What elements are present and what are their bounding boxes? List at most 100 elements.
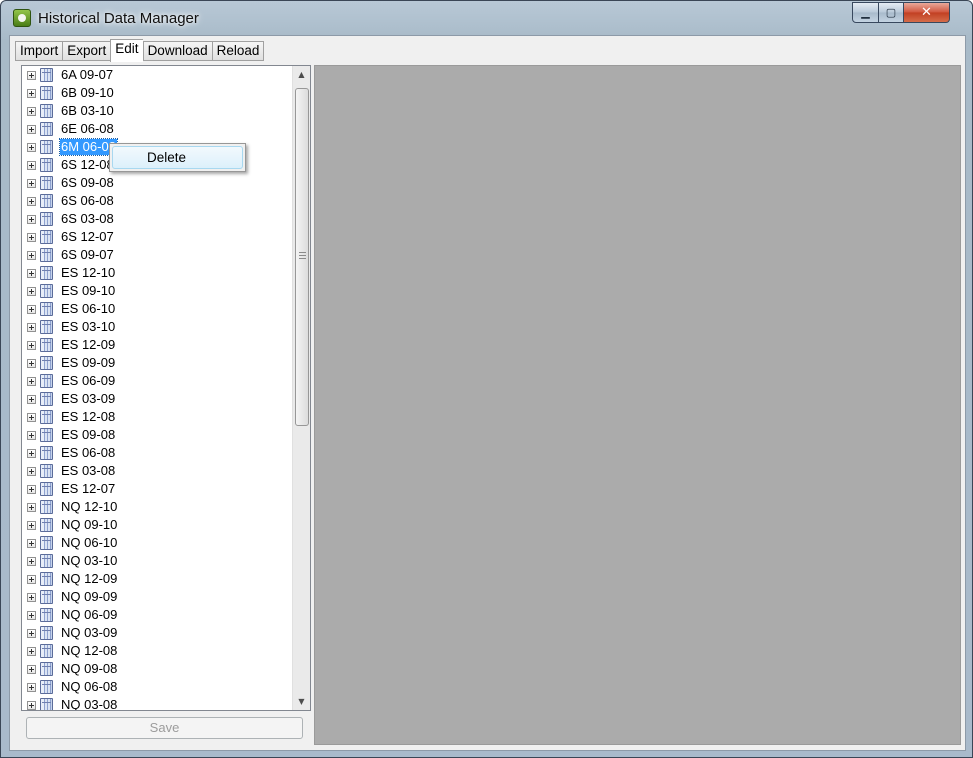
database-icon <box>40 608 53 622</box>
expand-plus-icon[interactable] <box>27 448 36 458</box>
tab-import[interactable]: Import <box>15 41 63 61</box>
tree-item[interactable]: NQ 09-08 <box>22 660 288 678</box>
expand-plus-icon[interactable] <box>27 196 36 206</box>
tree-item[interactable]: ES 03-08 <box>22 462 288 480</box>
tree-item[interactable]: ES 09-10 <box>22 282 288 300</box>
tree-item[interactable]: ES 03-09 <box>22 390 288 408</box>
tree-item[interactable]: ES 12-09 <box>22 336 288 354</box>
tree-item[interactable]: 6E 06-08 <box>22 120 288 138</box>
expand-plus-icon[interactable] <box>27 358 36 368</box>
tree-item[interactable]: NQ 03-09 <box>22 624 288 642</box>
tree-item[interactable]: NQ 09-10 <box>22 516 288 534</box>
expand-plus-icon[interactable] <box>27 574 36 584</box>
grip-icon <box>299 252 306 259</box>
expand-plus-icon[interactable] <box>27 340 36 350</box>
tree-item[interactable]: NQ 12-10 <box>22 498 288 516</box>
tree-item[interactable]: 6A 09-07 <box>22 66 288 84</box>
context-menu: Delete <box>109 143 246 172</box>
expand-plus-icon[interactable] <box>27 214 36 224</box>
tab-reload[interactable]: Reload <box>211 41 265 61</box>
tree-item[interactable]: ES 12-10 <box>22 264 288 282</box>
expand-plus-icon[interactable] <box>27 268 36 278</box>
close-button[interactable]: ✕ <box>904 2 950 23</box>
database-icon <box>40 482 53 496</box>
tree-item[interactable]: ES 09-08 <box>22 426 288 444</box>
title-bar[interactable]: Historical Data Manager ▁ ▢ ✕ <box>1 1 972 35</box>
tree-item[interactable]: NQ 03-10 <box>22 552 288 570</box>
expand-plus-icon[interactable] <box>27 232 36 242</box>
expand-plus-icon[interactable] <box>27 88 36 98</box>
tree-item-label: NQ 06-09 <box>61 607 118 622</box>
tree-item[interactable]: NQ 09-09 <box>22 588 288 606</box>
expand-plus-icon[interactable] <box>27 484 36 494</box>
save-button[interactable]: Save <box>26 717 303 739</box>
expand-plus-icon[interactable] <box>27 700 36 710</box>
tree-item-label: NQ 03-08 <box>61 697 118 711</box>
tab-edit[interactable]: Edit <box>110 39 143 62</box>
database-icon <box>40 572 53 586</box>
tree-item[interactable]: 6S 09-08 <box>22 174 288 192</box>
tree-item[interactable]: NQ 06-08 <box>22 678 288 696</box>
tree-item-label: 6S 09-07 <box>61 247 114 262</box>
expand-plus-icon[interactable] <box>27 376 36 386</box>
expand-plus-icon[interactable] <box>27 124 36 134</box>
scroll-down-button[interactable]: ▼ <box>293 693 310 710</box>
expand-plus-icon[interactable] <box>27 538 36 548</box>
tree-item[interactable]: 6S 03-08 <box>22 210 288 228</box>
expand-plus-icon[interactable] <box>27 178 36 188</box>
tree-item[interactable]: 6S 12-07 <box>22 228 288 246</box>
database-icon <box>40 698 53 710</box>
tree-item[interactable]: NQ 06-09 <box>22 606 288 624</box>
expand-plus-icon[interactable] <box>27 502 36 512</box>
expand-plus-icon[interactable] <box>27 106 36 116</box>
tree-item[interactable]: NQ 03-08 <box>22 696 288 711</box>
tree-item[interactable]: ES 12-08 <box>22 408 288 426</box>
tree-item[interactable]: 6S 09-07 <box>22 246 288 264</box>
expand-plus-icon[interactable] <box>27 412 36 422</box>
tree-item-label: NQ 06-10 <box>61 535 118 550</box>
database-icon <box>40 302 53 316</box>
scroll-thumb[interactable] <box>295 88 309 426</box>
maximize-button[interactable]: ▢ <box>879 2 904 23</box>
expand-plus-icon[interactable] <box>27 664 36 674</box>
minimize-button[interactable]: ▁ <box>852 2 879 23</box>
content-panel <box>314 65 961 745</box>
tree-item[interactable]: ES 03-10 <box>22 318 288 336</box>
tree-item[interactable]: 6B 03-10 <box>22 102 288 120</box>
tree-item[interactable]: NQ 06-10 <box>22 534 288 552</box>
expand-plus-icon[interactable] <box>27 250 36 260</box>
expand-plus-icon[interactable] <box>27 556 36 566</box>
expand-plus-icon[interactable] <box>27 394 36 404</box>
expand-plus-icon[interactable] <box>27 592 36 602</box>
expand-plus-icon[interactable] <box>27 70 36 80</box>
expand-plus-icon[interactable] <box>27 610 36 620</box>
tree-item[interactable]: NQ 12-08 <box>22 642 288 660</box>
expand-plus-icon[interactable] <box>27 322 36 332</box>
tree-scrollbar[interactable]: ▲ ▼ <box>292 66 310 710</box>
tree-item[interactable]: NQ 12-09 <box>22 570 288 588</box>
tab-download[interactable]: Download <box>142 41 212 61</box>
scroll-up-button[interactable]: ▲ <box>293 66 310 83</box>
tab-export[interactable]: Export <box>62 41 111 61</box>
database-icon <box>40 194 53 208</box>
tree-item[interactable]: ES 06-09 <box>22 372 288 390</box>
tree-item[interactable]: ES 06-08 <box>22 444 288 462</box>
expand-plus-icon[interactable] <box>27 160 36 170</box>
app-window: Historical Data Manager ▁ ▢ ✕ Import Expo… <box>0 0 973 758</box>
expand-plus-icon[interactable] <box>27 142 36 152</box>
expand-plus-icon[interactable] <box>27 466 36 476</box>
expand-plus-icon[interactable] <box>27 682 36 692</box>
expand-plus-icon[interactable] <box>27 430 36 440</box>
expand-plus-icon[interactable] <box>27 304 36 314</box>
tree-item[interactable]: ES 12-07 <box>22 480 288 498</box>
tree-item[interactable]: ES 06-10 <box>22 300 288 318</box>
tree-item[interactable]: 6B 09-10 <box>22 84 288 102</box>
expand-plus-icon[interactable] <box>27 286 36 296</box>
expand-plus-icon[interactable] <box>27 646 36 656</box>
tree-item-label: ES 09-10 <box>61 283 116 298</box>
context-menu-delete[interactable]: Delete <box>112 146 243 169</box>
tree-item[interactable]: ES 09-09 <box>22 354 288 372</box>
expand-plus-icon[interactable] <box>27 520 36 530</box>
expand-plus-icon[interactable] <box>27 628 36 638</box>
tree-item[interactable]: 6S 06-08 <box>22 192 288 210</box>
